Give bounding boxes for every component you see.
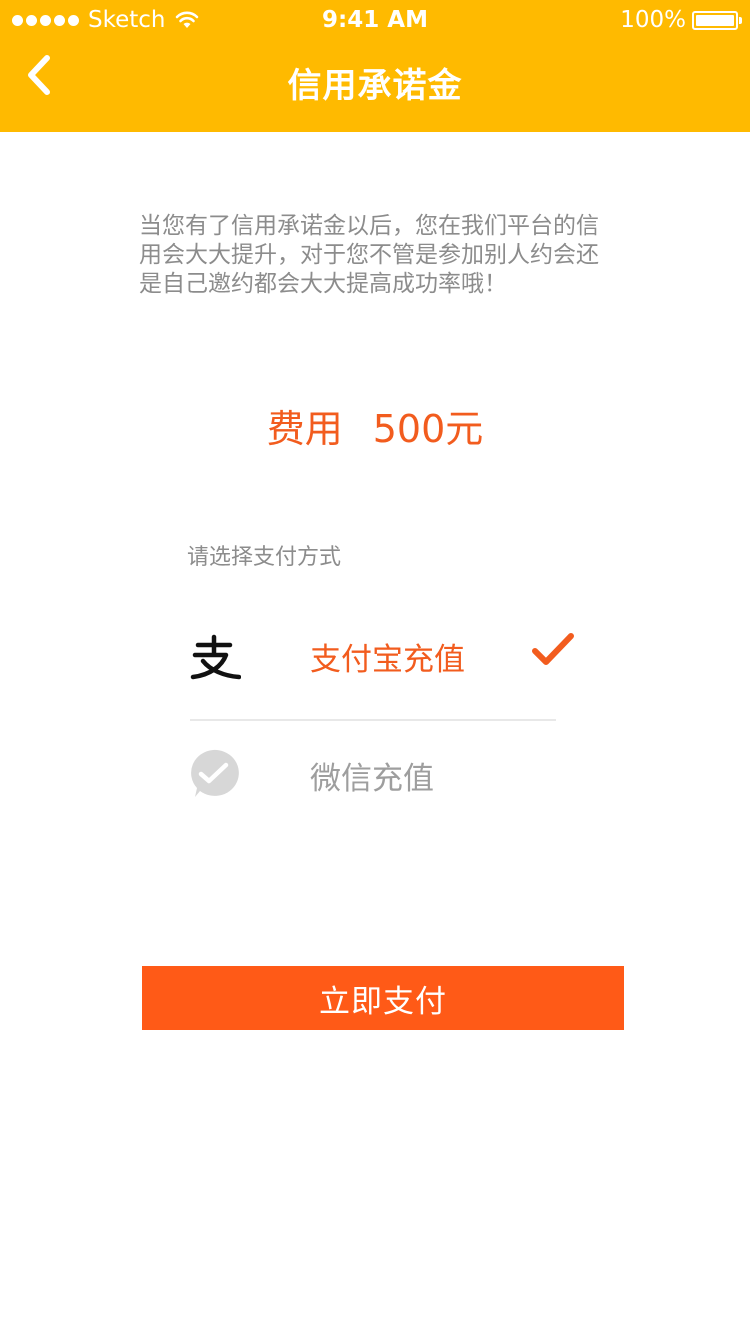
payment-option-wechat[interactable]: 微信充值 bbox=[186, 733, 576, 813]
payment-option-alipay[interactable]: 支付宝充值 bbox=[186, 614, 576, 694]
wechat-label: 微信充值 bbox=[310, 761, 434, 797]
description-text: 当您有了信用承诺金以后，您在我们平台的信用会大大提升，对于您不管是参加别人约会还… bbox=[139, 213, 599, 297]
option-divider bbox=[190, 719, 556, 721]
checkmark-icon bbox=[532, 633, 574, 665]
alipay-icon bbox=[190, 634, 241, 680]
fee-label: 费用 bbox=[266, 407, 343, 451]
alipay-label: 支付宝充值 bbox=[310, 642, 465, 678]
fee-display: 费用 500元 bbox=[0, 398, 750, 453]
pay-now-button[interactable]: 立即支付 bbox=[142, 966, 624, 1030]
status-bar: Sketch 9:41 AM 100% bbox=[0, 0, 750, 40]
payment-method-prompt: 请选择支付方式 bbox=[187, 545, 342, 570]
fee-amount: 500元 bbox=[372, 407, 484, 451]
battery-status: 100% bbox=[620, 7, 742, 33]
wechat-icon bbox=[191, 749, 239, 797]
page-title: 信用承诺金 bbox=[287, 66, 463, 106]
battery-icon bbox=[692, 10, 742, 30]
battery-percent: 100% bbox=[620, 7, 686, 33]
app-header: Sketch 9:41 AM 100% 信用承诺金 bbox=[0, 0, 750, 132]
